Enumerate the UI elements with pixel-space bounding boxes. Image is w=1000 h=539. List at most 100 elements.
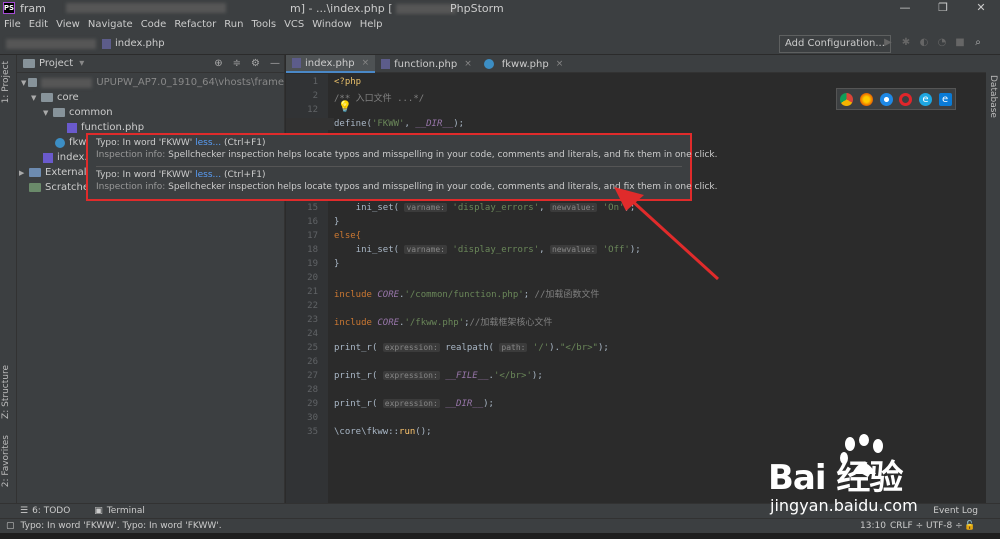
locate-icon[interactable]: ⊕ xyxy=(214,58,222,69)
close-tab-icon[interactable]: × xyxy=(464,59,472,69)
terminal-tool-button[interactable]: Terminal xyxy=(107,506,145,516)
tab-function-php[interactable]: function.php × xyxy=(375,55,478,73)
tooltip-typo-message: Typo: In word 'FKWW' xyxy=(96,138,193,148)
status-message: Typo: In word 'FKWW'. Typo: In word 'FKW… xyxy=(20,521,222,531)
breadcrumb-file[interactable]: index.php xyxy=(102,38,165,49)
internet-explorer-icon[interactable]: e xyxy=(918,92,932,106)
menu-tools[interactable]: Tools xyxy=(251,19,276,30)
folder-icon xyxy=(53,108,65,117)
folder-icon xyxy=(28,78,38,87)
menu-refactor[interactable]: Refactor xyxy=(174,19,216,30)
php-file-icon xyxy=(43,152,53,163)
tab-project-tool[interactable]: 1: Project xyxy=(1,61,11,103)
expand-arrow-icon[interactable]: ▼ xyxy=(31,94,41,102)
class-file-icon xyxy=(55,137,65,148)
expand-arrow-icon[interactable]: ▶ xyxy=(19,169,29,177)
php-open-tag: <?php xyxy=(334,77,362,87)
todo-tool-button[interactable]: 6: TODO xyxy=(32,506,70,516)
tooltip-divider xyxy=(96,166,682,167)
menu-bar: File Edit View Navigate Code Refactor Ru… xyxy=(0,16,1000,33)
expand-arrow-icon[interactable]: ▼ xyxy=(21,79,28,87)
add-configuration-button[interactable]: Add Configuration... xyxy=(779,35,891,53)
encoding-selector[interactable]: UTF-8 ÷ xyxy=(926,521,963,531)
safari-icon[interactable] xyxy=(879,92,893,106)
lightbulb-icon[interactable]: 💡 xyxy=(338,100,352,113)
tab-database-tool[interactable]: Database xyxy=(988,75,998,118)
terminal-icon: ▣ xyxy=(94,506,103,516)
tab-fkww-php[interactable]: fkww.php × xyxy=(478,55,570,73)
expand-arrow-icon[interactable]: ▼ xyxy=(43,109,53,117)
menu-file[interactable]: File xyxy=(4,19,21,30)
baidu-watermark: Bai 经验 jingyan.baidu.com xyxy=(760,430,990,520)
maximize-button[interactable]: ❐ xyxy=(924,0,962,16)
search-everywhere-icon[interactable]: ⌕ xyxy=(972,36,984,50)
tooltip-less-link[interactable]: less... xyxy=(195,138,221,148)
php-file-icon xyxy=(102,38,111,49)
title-bar: PS fram m] - ...\index.php [ PhpStorm — … xyxy=(0,0,1000,16)
firefox-icon[interactable] xyxy=(859,92,873,106)
profile-icon[interactable]: ◔ xyxy=(936,36,948,50)
editor-tabs: index.php × function.php × fkww.php × xyxy=(286,55,986,73)
folder-icon xyxy=(41,93,53,102)
php-file-icon xyxy=(67,122,77,133)
phpstorm-logo-icon: PS xyxy=(3,2,15,14)
tooltip-typo-message: Typo: In word 'FKWW' xyxy=(96,170,193,180)
line-separator-selector[interactable]: CRLF ÷ xyxy=(890,521,923,531)
tooltip-less-link[interactable]: less... xyxy=(195,170,221,180)
tab-structure-tool[interactable]: Z: Structure xyxy=(1,365,11,419)
left-tool-strip: 1: Project Z: Structure 2: Favorites xyxy=(0,55,17,503)
status-bar: ▢ Typo: In word 'FKWW'. Typo: In word 'F… xyxy=(0,518,1000,533)
status-square-icon: ▢ xyxy=(6,521,15,531)
annotation-arrow-icon xyxy=(614,187,720,281)
menu-code[interactable]: Code xyxy=(141,19,167,30)
redacted-breadcrumb xyxy=(6,38,96,49)
tree-item-root[interactable]: ▼ UPUPW_AP7.0_1910_64\vhosts\frame xyxy=(17,75,284,90)
caret-position[interactable]: 13:10 xyxy=(860,521,886,531)
close-tab-icon[interactable]: × xyxy=(556,59,564,69)
gear-icon[interactable]: ⚙ xyxy=(251,58,260,69)
php-file-icon xyxy=(381,59,391,69)
tree-item-core[interactable]: ▼ core xyxy=(17,90,284,105)
collapse-icon[interactable]: ≑ xyxy=(233,58,241,69)
opera-icon[interactable] xyxy=(899,92,913,106)
coverage-icon[interactable]: ◐ xyxy=(918,36,930,50)
open-in-browser-toolbar: e e xyxy=(836,88,956,110)
baidu-url: jingyan.baidu.com xyxy=(770,496,918,515)
php-file-icon xyxy=(292,58,301,68)
tree-item-common[interactable]: ▼ common xyxy=(17,105,284,120)
project-panel-header: Project ▾ ⊕ ≑ ⚙ — xyxy=(17,55,284,73)
lock-icon[interactable]: 🔓 xyxy=(964,521,975,531)
chrome-icon[interactable] xyxy=(840,92,854,106)
menu-edit[interactable]: Edit xyxy=(29,19,48,30)
redacted-title xyxy=(65,3,226,13)
debug-icon[interactable]: ✱ xyxy=(900,36,912,50)
menu-navigate[interactable]: Navigate xyxy=(88,19,133,30)
menu-help[interactable]: Help xyxy=(360,19,383,30)
project-view-selector[interactable]: Project xyxy=(39,58,73,69)
minimize-button[interactable]: — xyxy=(886,0,924,16)
edge-icon[interactable]: e xyxy=(938,92,952,106)
menu-view[interactable]: View xyxy=(56,19,80,30)
project-folder-icon xyxy=(23,59,35,68)
window-app-name: PhpStorm xyxy=(450,1,504,15)
os-taskbar xyxy=(0,533,1000,539)
todo-icon: ☰ xyxy=(20,506,29,516)
window-title: m] - ...\index.php [ xyxy=(290,2,457,15)
project-panel: Project ▾ ⊕ ≑ ⚙ — ▼ UPUPW_AP7.0_1910_64\… xyxy=(17,55,285,503)
scratches-icon xyxy=(29,183,41,192)
tab-favorites-tool[interactable]: 2: Favorites xyxy=(1,435,11,487)
baidu-logo-text: Bai 经验 xyxy=(768,458,903,498)
close-button[interactable]: ✕ xyxy=(962,0,1000,16)
library-icon xyxy=(29,168,41,177)
hide-icon[interactable]: — xyxy=(270,58,280,69)
navigation-bar: index.php Add Configuration... ▶ ✱ ◐ ◔ ■… xyxy=(0,33,1000,55)
menu-window[interactable]: Window xyxy=(312,19,351,30)
chevron-down-icon[interactable]: ▾ xyxy=(79,58,84,69)
tab-index-php[interactable]: index.php × xyxy=(286,55,376,73)
close-tab-icon[interactable]: × xyxy=(362,58,370,68)
run-icon[interactable]: ▶ xyxy=(882,36,894,50)
menu-run[interactable]: Run xyxy=(224,19,243,30)
window-title-project: fram xyxy=(20,1,46,15)
stop-icon[interactable]: ■ xyxy=(954,36,966,50)
menu-vcs[interactable]: VCS xyxy=(284,19,304,30)
